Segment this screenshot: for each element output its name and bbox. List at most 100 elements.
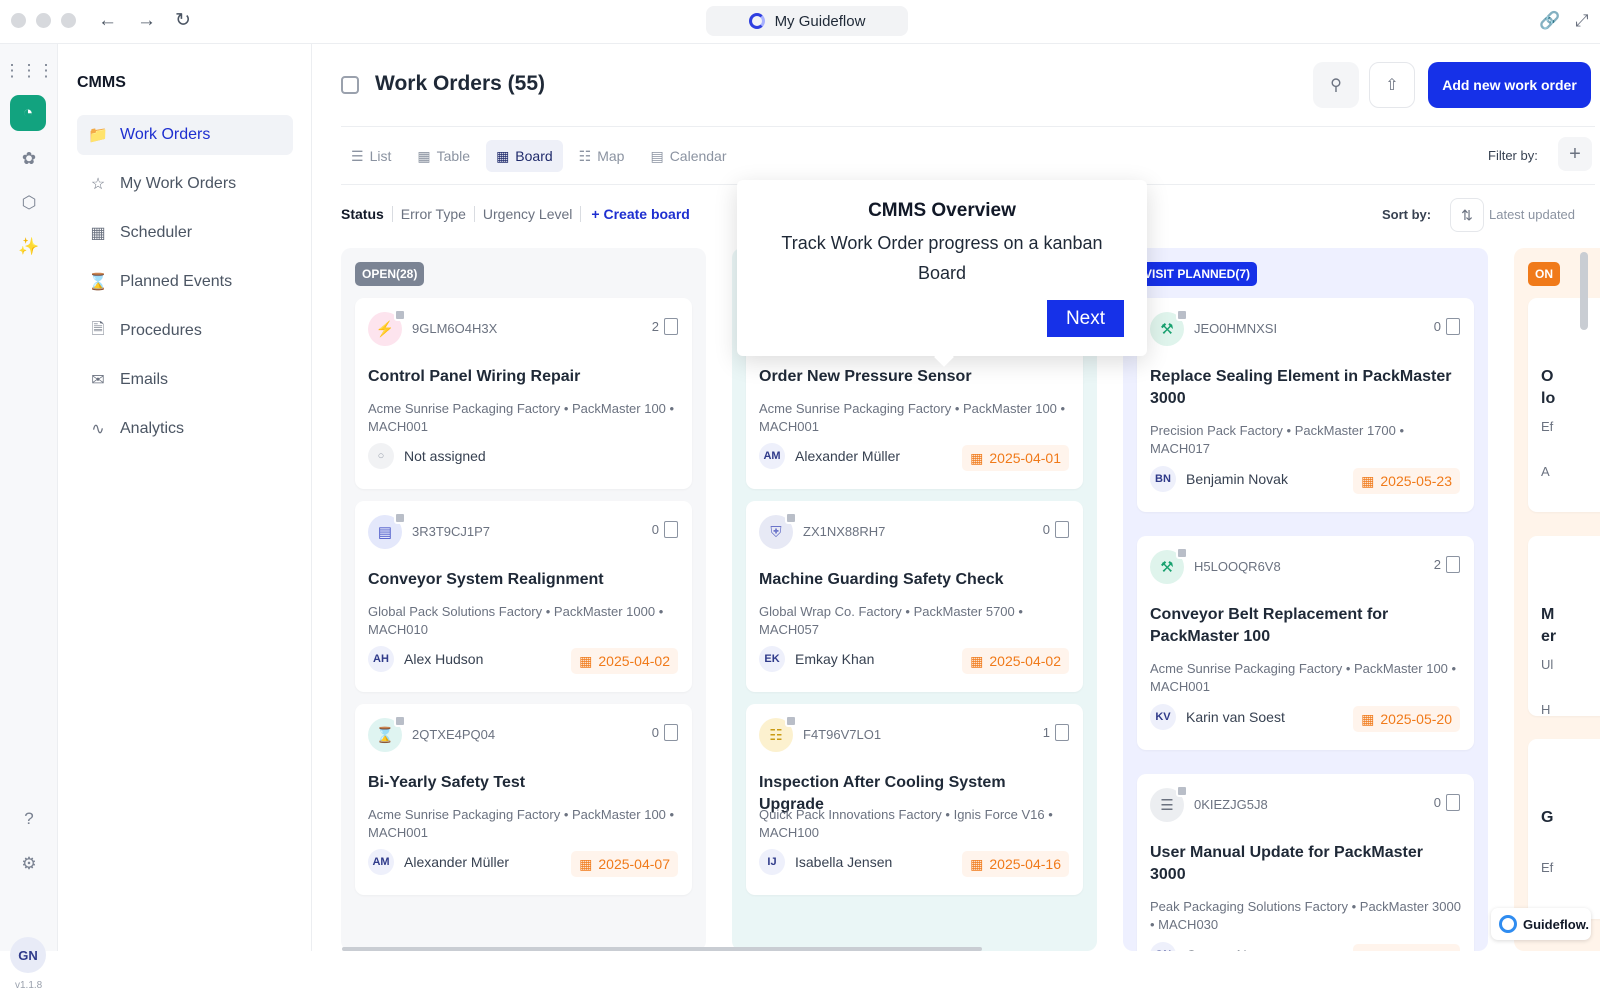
search-button[interactable]: ⚲ [1313, 62, 1359, 108]
sort-value[interactable]: Latest updated [1489, 207, 1575, 222]
shield-icon: ⛨ [759, 512, 797, 549]
card-machine-id: MACH057 [759, 622, 819, 637]
card-assignee[interactable]: KV Karin van Soest [1150, 704, 1285, 730]
card-assignee[interactable]: AM Alexander Müller [368, 849, 509, 875]
card-assignee[interactable]: AM Alexander Müller [759, 443, 900, 469]
sparkles-icon[interactable]: ✨ [14, 232, 44, 262]
card-assignee[interactable]: GN George Newman [1150, 942, 1292, 951]
work-order-card[interactable]: ⌛ 2QTXE4PQ04 0 Bi-Yearly Safety Test Acme Su… [355, 704, 692, 895]
address-bar[interactable]: My Guideflow [706, 6, 908, 36]
3d-icon[interactable]: ⬡ [14, 188, 44, 218]
separator: • [941, 807, 954, 822]
link-icon[interactable]: 🔗 [1539, 11, 1560, 31]
attachment-count[interactable]: 2 [652, 318, 678, 335]
sort-label: Sort by: [1382, 207, 1432, 222]
column-label: OPEN [362, 267, 397, 281]
work-order-card[interactable]: ☷ F4T96V7LO1 1 Inspection After Cooling Sys… [746, 704, 1083, 895]
attachment-count[interactable]: 0 [1434, 318, 1460, 335]
card-location: Acme Sunrise Packaging Factory • PackMas… [368, 400, 680, 436]
calendar-icon: ▦ [579, 652, 593, 669]
create-board-button[interactable]: + Create board [581, 206, 689, 222]
board-column: ON Olo Ef A Mer Ul H G Ef [1514, 248, 1600, 951]
card-assignee[interactable]: ○ Not assigned [368, 443, 486, 469]
guideflow-badge-label: Guideflow. [1523, 916, 1589, 932]
add-work-order-button[interactable]: Add new work order [1428, 62, 1591, 108]
tab-table[interactable]: ▦ Table [407, 140, 480, 172]
cmms-app-icon[interactable]: ◔ [10, 95, 46, 131]
vertical-scrollbar[interactable] [1580, 252, 1588, 330]
card-assignee[interactable]: AH Alex Hudson [368, 646, 483, 672]
work-order-card[interactable]: ⛨ ZX1NX88RH7 0 Machine Guarding Safety Chec… [746, 501, 1083, 692]
sidebar-item-planned-events[interactable]: ⌛ Planned Events [77, 262, 293, 302]
attachment-count[interactable]: 0 [1434, 794, 1460, 811]
document-icon [1446, 794, 1460, 811]
work-order-card[interactable]: ☰ 0KIEZJG5J8 0 User Manual Update for PackM… [1137, 774, 1474, 951]
app-rail: ⋮⋮⋮ ◔ ✿ ⬡ ✨ ? ⚙ GN v1.1.8 [0, 44, 58, 991]
expand-icon[interactable]: ⤢ [1575, 11, 1589, 31]
calendar-icon: ▦ [970, 652, 984, 669]
tab-map[interactable]: ☷ Map [569, 140, 635, 172]
back-arrow-icon[interactable]: ← [98, 10, 117, 32]
badge-dot [1176, 309, 1188, 321]
work-order-card[interactable]: ⚒ H5LOOQR6V8 2 Conveyor Belt Replacement fo… [1137, 536, 1474, 750]
separator: • [1447, 661, 1457, 676]
sidebar-item-my-work-orders[interactable]: ☆ My Work Orders [77, 164, 293, 204]
guideflow-badge[interactable]: Guideflow. [1491, 908, 1591, 940]
add-filter-button[interactable]: + [1558, 137, 1592, 171]
plus-icon: + [591, 206, 604, 222]
window-maximize-dot[interactable] [61, 13, 76, 28]
table-icon: ▦ [417, 147, 431, 164]
due-date: 2025-04-01 [989, 450, 1061, 466]
work-order-card[interactable]: G Ef [1528, 739, 1600, 919]
column-label: ON [1535, 267, 1553, 281]
hourglass-icon: ⌛ [88, 274, 108, 291]
export-button[interactable]: ⇧ [1369, 62, 1415, 108]
sort-order-button[interactable]: ⇅ [1450, 198, 1484, 232]
sidebar-item-emails[interactable]: ✉ Emails [77, 360, 293, 400]
attachment-count[interactable]: 0 [1043, 521, 1069, 538]
work-order-card[interactable]: ⚒ JEO0HMNXSI 0 Replace Sealing Element in P… [1137, 298, 1474, 512]
reload-icon[interactable]: ↻ [175, 10, 191, 32]
group-by-options: Status Error Type Urgency Level + Create… [341, 206, 690, 222]
network-icon[interactable]: ✿ [14, 144, 44, 174]
document-icon [664, 724, 678, 741]
attachment-count[interactable]: 2 [1434, 556, 1460, 573]
user-avatar[interactable]: GN [10, 937, 46, 973]
group-error-type[interactable]: Error Type [393, 206, 475, 222]
badge-dot [394, 309, 406, 321]
card-machine: PackMaster 3000 [1359, 899, 1461, 914]
settings-gear-icon[interactable]: ⚙ [14, 849, 44, 879]
window-close-dot[interactable] [11, 13, 26, 28]
card-assignee[interactable]: IJ Isabella Jensen [759, 849, 892, 875]
card-assignee[interactable]: BN Benjamin Novak [1150, 466, 1288, 492]
attachment-count[interactable]: 1 [1043, 724, 1069, 741]
group-urgency-level[interactable]: Urgency Level [475, 206, 582, 222]
tooltip-next-button[interactable]: Next [1047, 300, 1124, 337]
work-order-card[interactable]: Mer Ul H [1528, 536, 1600, 717]
work-order-card[interactable]: ▤ 3R3T9CJ1P7 0 Conveyor System Realignment G… [355, 501, 692, 692]
attachment-count-value: 0 [651, 522, 659, 537]
horizontal-scrollbar[interactable] [342, 947, 982, 951]
card-assignee: A [1541, 464, 1550, 479]
guideflow-logo-icon [1499, 915, 1517, 933]
sidebar-item-scheduler[interactable]: ▦ Scheduler [77, 213, 293, 253]
sidebar-item-analytics[interactable]: ∿ Analytics [77, 409, 293, 449]
tab-calendar[interactable]: ▤ Calendar [640, 140, 736, 172]
work-order-card[interactable]: Olo Ef A [1528, 298, 1600, 512]
sidebar-item-work-orders[interactable]: 📁 Work Orders [77, 115, 293, 155]
tab-board[interactable]: ▦ Board [486, 140, 563, 172]
tab-list[interactable]: ☰ List [341, 140, 401, 172]
attachment-count[interactable]: 0 [652, 724, 678, 741]
apps-grid-icon[interactable]: ⋮⋮⋮ [4, 56, 55, 86]
sidebar-toggle-icon[interactable] [341, 76, 359, 94]
sidebar-item-procedures[interactable]: 🗎 Procedures [77, 311, 293, 351]
attachment-count[interactable]: 0 [652, 521, 678, 538]
work-order-card[interactable]: ⚡ 9GLM6O4H3X 2 Control Panel Wiring Repair A… [355, 298, 692, 489]
card-assignee[interactable]: EK Emkay Khan [759, 646, 874, 672]
document-icon [1446, 556, 1460, 573]
help-icon[interactable]: ? [14, 804, 44, 834]
group-status[interactable]: Status [341, 206, 393, 222]
window-minimize-dot[interactable] [36, 13, 51, 28]
card-machine: PackMaster 100 [962, 401, 1057, 416]
forward-arrow-icon[interactable]: → [137, 10, 156, 32]
